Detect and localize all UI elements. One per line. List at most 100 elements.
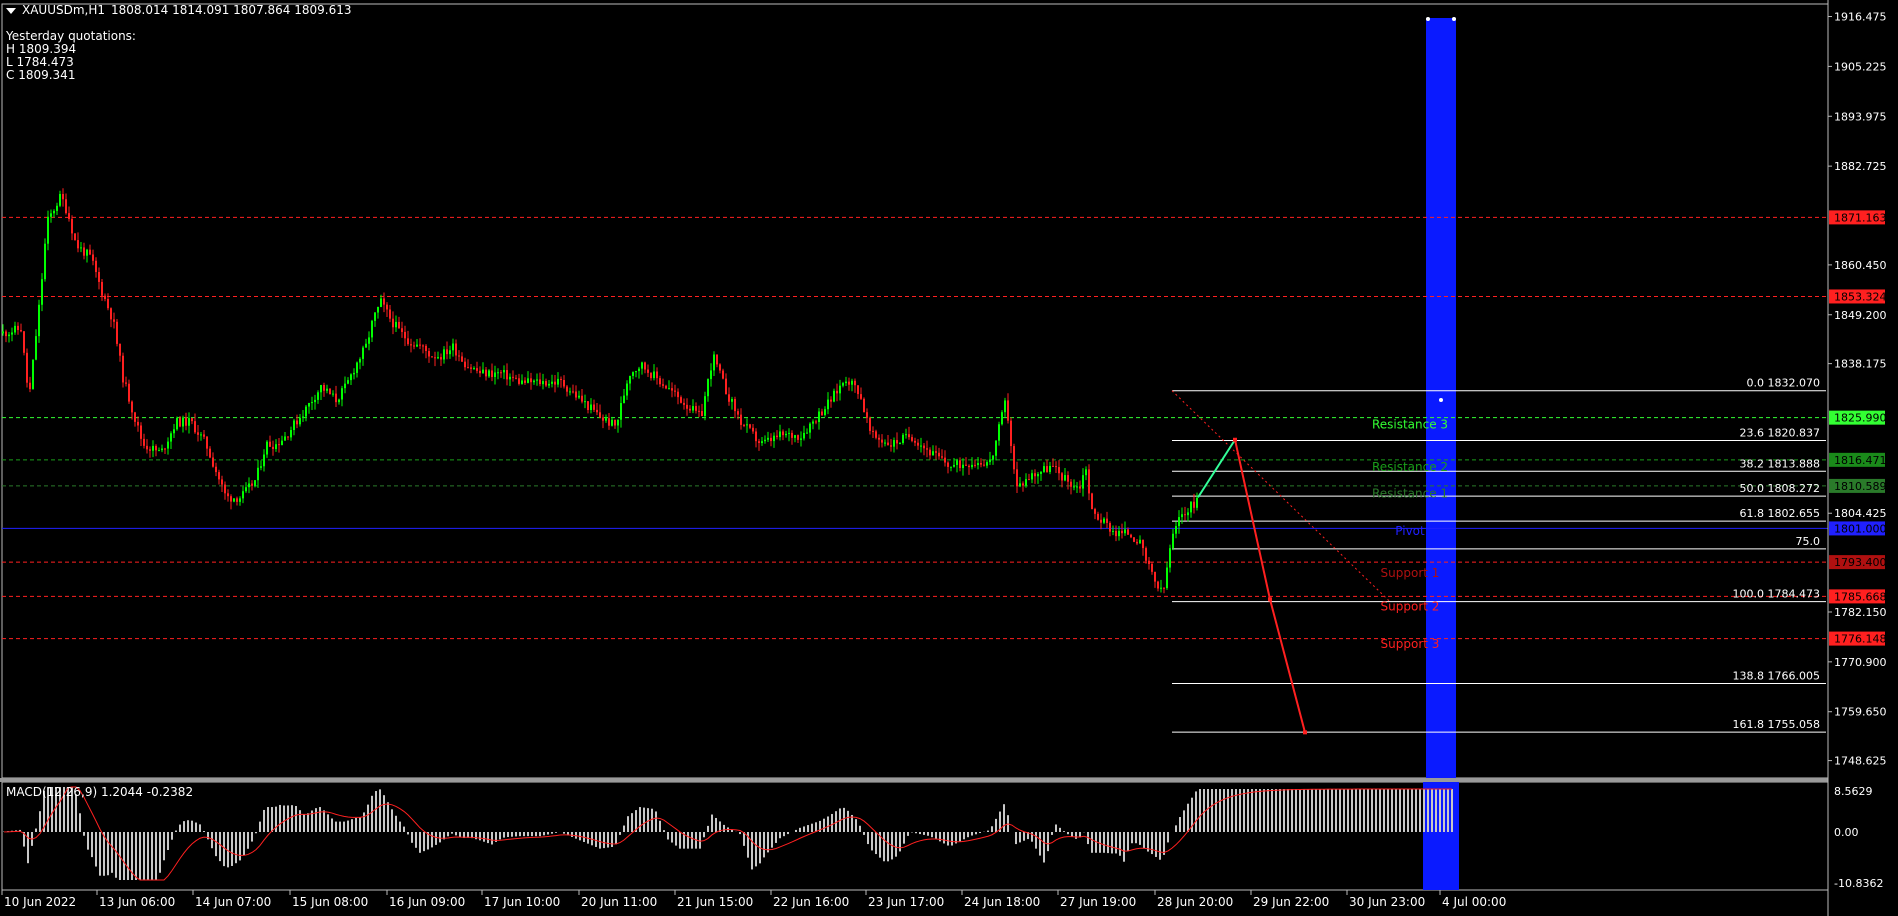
candle-body	[5, 331, 7, 337]
candle-body	[1010, 420, 1012, 447]
candle-body	[335, 393, 337, 403]
candle-body	[35, 336, 37, 360]
time-label: 20 Jun 11:00	[581, 895, 657, 909]
macd-scale-top: 8.5629	[1834, 785, 1873, 798]
candle-body	[770, 437, 772, 442]
highlight-handle-mid[interactable]	[1439, 398, 1443, 402]
candle-body	[209, 448, 211, 458]
candle-body	[221, 479, 223, 485]
candle-body	[140, 425, 142, 439]
candle-body	[1136, 541, 1138, 544]
candle-body	[671, 388, 673, 391]
candle-body	[995, 440, 997, 456]
projection-down-line[interactable]	[1234, 439, 1306, 733]
candle-body	[818, 411, 820, 423]
candle-body	[1163, 587, 1165, 589]
candle-body	[857, 385, 859, 395]
candle-body	[686, 404, 688, 409]
candle-body	[1079, 486, 1081, 489]
highlight-handle-left[interactable]	[1426, 17, 1430, 21]
candle-body	[425, 345, 427, 352]
candle-body	[458, 355, 460, 357]
projection-point[interactable]	[1268, 597, 1272, 602]
candle-body	[284, 436, 286, 441]
candle-body	[563, 380, 565, 387]
menu-triangle-icon[interactable]	[6, 7, 16, 14]
candle-body	[638, 368, 640, 372]
candle-body	[137, 421, 139, 426]
candle-body	[965, 464, 967, 466]
candle-body	[1166, 567, 1168, 589]
candle-body	[914, 440, 916, 443]
macd-signal-line	[3, 786, 1453, 881]
candle-body	[281, 440, 283, 446]
candle-body	[989, 459, 991, 463]
candle-body	[878, 437, 880, 440]
pivot-label: Resistance 1	[1372, 486, 1448, 500]
candle-body	[122, 355, 124, 383]
candle-body	[974, 464, 976, 466]
candle-body	[1034, 473, 1036, 477]
candle-body	[17, 325, 19, 331]
candle-body	[167, 441, 169, 449]
candle-body	[257, 467, 259, 481]
trading-chart[interactable]: 0.0 1832.070 23.6 1820.837 38.2 1813.888 50…	[0, 0, 1898, 916]
candle-body	[734, 398, 736, 412]
candle-body	[551, 381, 553, 384]
projection-point[interactable]	[1303, 730, 1307, 735]
candle-body	[44, 243, 46, 280]
candle-body	[593, 404, 595, 410]
price-tag-label: 1801.000	[1834, 522, 1887, 535]
macd-scale-bottom: -10.8362	[1834, 877, 1883, 890]
candle-body	[374, 312, 376, 321]
price-tag-label: 1825.990	[1834, 412, 1887, 425]
projection-point[interactable]	[1233, 437, 1237, 442]
candle-body	[1193, 501, 1195, 508]
candle-body	[608, 418, 610, 426]
candle-body	[32, 359, 34, 390]
candle-body	[389, 309, 391, 319]
candle-body	[431, 356, 433, 358]
candle-body	[332, 393, 334, 395]
candle-body	[779, 431, 781, 438]
candle-body	[14, 325, 16, 333]
candle-body	[1145, 548, 1147, 561]
candle-body	[1043, 466, 1045, 472]
projection-up-line[interactable]	[1197, 439, 1236, 498]
candle-body	[1172, 533, 1174, 549]
candle-body	[1064, 475, 1066, 481]
candle-body	[245, 487, 247, 492]
candle-body	[899, 443, 901, 445]
candle-body	[116, 321, 118, 344]
candle-body	[191, 418, 193, 422]
candle-body	[56, 205, 58, 211]
price-tag-label: 1871.163	[1834, 211, 1887, 224]
candle-body	[932, 451, 934, 456]
candle-body	[1118, 530, 1120, 537]
candle-body	[131, 401, 133, 413]
candle-body	[782, 431, 784, 436]
candle-body	[1115, 530, 1117, 537]
highlight-handle-right[interactable]	[1452, 17, 1456, 21]
candle-body	[344, 383, 346, 389]
candle-body	[1031, 473, 1033, 480]
candle-body	[107, 298, 109, 309]
candle-body	[368, 337, 370, 344]
candle-body	[629, 375, 631, 384]
candle-body	[554, 381, 556, 385]
candle-body	[755, 431, 757, 442]
candle-body	[509, 376, 511, 380]
candle-body	[1046, 466, 1048, 472]
candle-body	[983, 464, 985, 466]
candle-body	[1097, 513, 1099, 520]
candle-body	[758, 441, 760, 444]
candle-body	[110, 308, 112, 320]
candle-body	[1103, 518, 1105, 523]
candle-body	[695, 406, 697, 411]
candle-body	[560, 378, 562, 381]
fib-label: 161.8 1755.058	[1733, 718, 1820, 731]
candle-body	[1004, 400, 1006, 413]
pane-separator[interactable]	[0, 778, 1828, 782]
candle-body	[800, 438, 802, 440]
pivot-label: Support 1	[1381, 566, 1440, 580]
